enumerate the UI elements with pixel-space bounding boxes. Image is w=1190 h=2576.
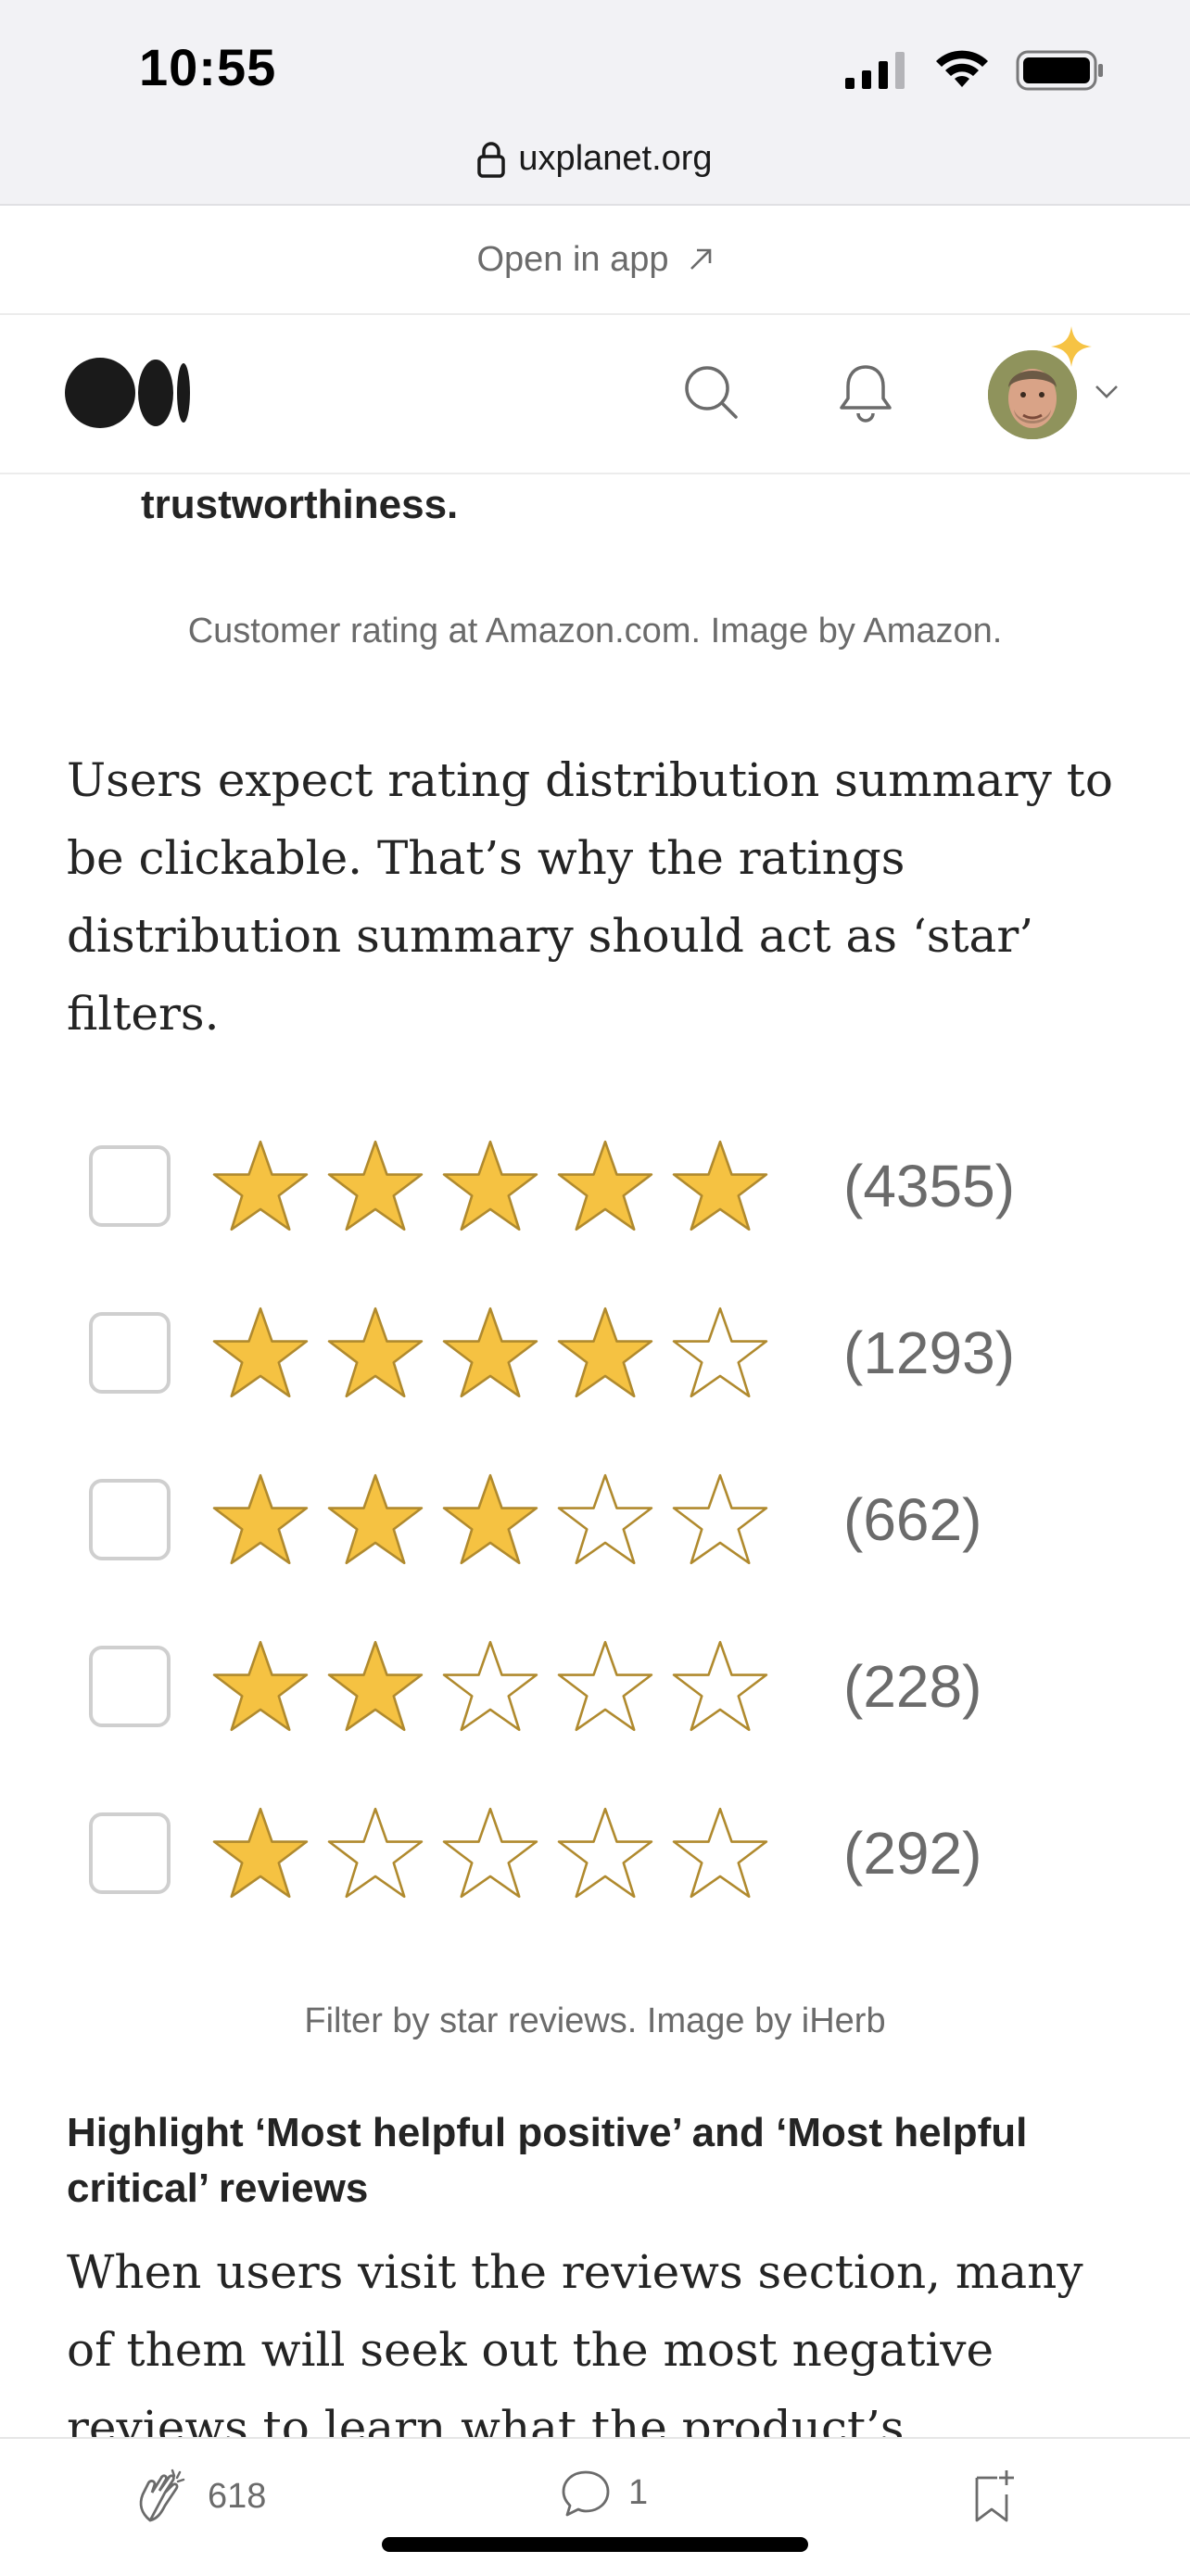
home-indicator	[382, 2537, 808, 2552]
image-caption-iherb: Filter by star reviews. Image by iHerb	[304, 2001, 886, 2040]
status-icons	[845, 44, 1105, 96]
star-filled-icon	[327, 1473, 424, 1565]
star-empty-icon	[672, 1307, 768, 1398]
comment-icon	[562, 2470, 610, 2517]
star-filled-icon	[442, 1140, 538, 1231]
rating-count: (662)	[843, 1486, 982, 1553]
article-paragraph: Users expect rating distribution summary…	[67, 753, 1113, 1041]
star-filled-icon	[672, 1140, 768, 1231]
signal-icon	[845, 52, 905, 89]
clap-count: 618	[208, 2476, 267, 2516]
article-action-bar: 618 1	[0, 2437, 1190, 2576]
battery-icon	[1016, 50, 1103, 91]
clap-icon	[139, 2469, 185, 2522]
star-filled-icon	[212, 1140, 309, 1231]
bookmark-add-icon	[975, 2470, 1014, 2522]
star-filled-icon	[212, 1473, 309, 1565]
star-empty-icon	[672, 1473, 768, 1565]
open-in-app-button[interactable]: Open in app	[0, 206, 1190, 315]
rating-filter-row[interactable]: (1293)	[89, 1269, 1090, 1436]
medium-logo[interactable]	[65, 358, 191, 428]
rating-count: (4355)	[843, 1153, 1015, 1219]
star-rating	[211, 1638, 769, 1735]
article-lead-fragment: trustworthiness.	[141, 482, 459, 527]
rating-filter-row[interactable]: (292)	[89, 1770, 1090, 1937]
rating-filter-checkbox[interactable]	[89, 1145, 171, 1227]
star-filled-icon	[212, 1640, 309, 1732]
open-in-app-label: Open in app	[476, 239, 669, 279]
rating-filter-checkbox[interactable]	[89, 1646, 171, 1727]
search-icon[interactable]	[682, 363, 741, 423]
star-filled-icon	[442, 1307, 538, 1398]
status-time: 10:55	[139, 38, 277, 96]
rating-count: (228)	[843, 1653, 982, 1720]
rating-count: (1293)	[843, 1320, 1015, 1386]
star-filled-icon	[327, 1307, 424, 1398]
star-filled-icon	[442, 1473, 538, 1565]
clap-button[interactable]: 618	[132, 2467, 266, 2526]
star-filled-icon	[557, 1140, 653, 1231]
star-rating	[211, 1471, 769, 1568]
article-paragraph-2: When users visit the reviews section, ma…	[67, 2245, 1083, 2437]
star-empty-icon	[442, 1807, 538, 1899]
rating-filter-checkbox[interactable]	[89, 1479, 171, 1560]
star-filled-icon	[327, 1640, 424, 1732]
browser-chrome: 10:55 uxplanet.org	[0, 0, 1190, 206]
star-empty-icon	[557, 1807, 653, 1899]
wifi-icon	[936, 50, 988, 87]
rating-filter-row[interactable]: (4355)	[89, 1103, 1090, 1269]
rating-filter-figure: (4355) (1293) (662) (228) (292)	[89, 1103, 1090, 1937]
star-rating	[211, 1138, 769, 1234]
chevron-down-icon[interactable]	[1094, 384, 1120, 400]
star-empty-icon	[672, 1807, 768, 1899]
bookmark-button[interactable]	[969, 2467, 1021, 2526]
rating-filter-checkbox[interactable]	[89, 1812, 171, 1894]
star-empty-icon	[327, 1807, 424, 1899]
lock-icon	[477, 141, 506, 178]
url-text: uxplanet.org	[518, 139, 713, 178]
star-empty-icon	[672, 1640, 768, 1732]
star-filled-icon	[327, 1140, 424, 1231]
star-filled-icon	[557, 1307, 653, 1398]
star-filled-icon	[212, 1307, 309, 1398]
address-bar[interactable]: uxplanet.org	[0, 139, 1190, 179]
comment-count: 1	[628, 2472, 649, 2512]
sparkle-icon	[1051, 326, 1092, 367]
star-rating	[211, 1305, 769, 1401]
site-header	[0, 315, 1190, 474]
star-empty-icon	[557, 1473, 653, 1565]
image-caption-amazon: Customer rating at Amazon.com. Image by …	[187, 612, 1003, 650]
arrow-up-right-icon	[690, 248, 711, 270]
notifications-icon[interactable]	[836, 361, 895, 423]
star-empty-icon	[557, 1640, 653, 1732]
rating-filter-checkbox[interactable]	[89, 1312, 171, 1394]
rating-count: (292)	[843, 1820, 982, 1887]
star-filled-icon	[212, 1807, 309, 1899]
rating-filter-row[interactable]: (228)	[89, 1603, 1090, 1770]
star-empty-icon	[442, 1640, 538, 1732]
rating-filter-row[interactable]: (662)	[89, 1436, 1090, 1603]
comment-button[interactable]: 1	[560, 2467, 648, 2519]
article-subheading: Highlight ‘Most helpful positive’ and ‘M…	[67, 2110, 1028, 2211]
star-rating	[211, 1805, 769, 1901]
